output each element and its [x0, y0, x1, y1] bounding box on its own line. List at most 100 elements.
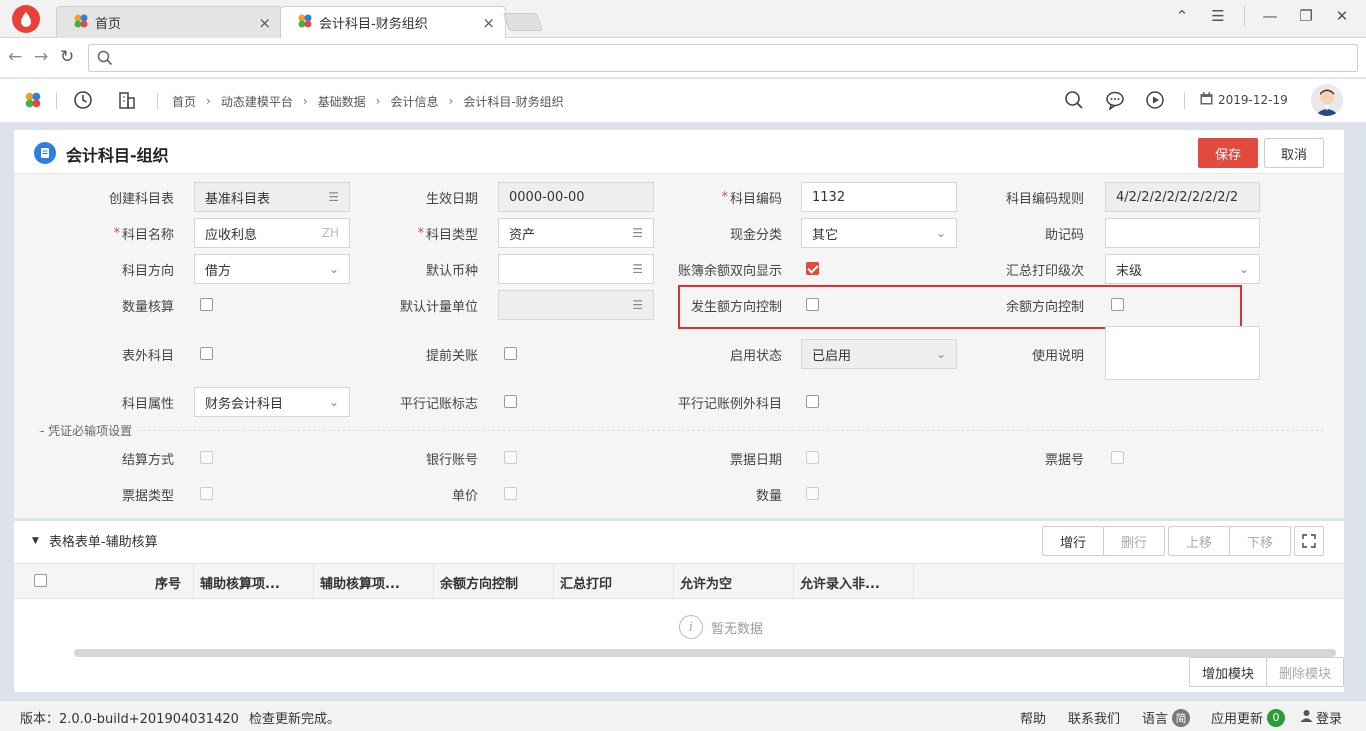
language-hint[interactable]: ZH [322, 226, 339, 240]
effective-date-field[interactable]: 0000-00-00 [498, 182, 654, 212]
parallel-flag-checkbox[interactable] [504, 395, 517, 408]
quantity-checkbox[interactable] [806, 487, 819, 500]
column-header[interactable]: 辅助核算项... [314, 564, 434, 600]
bill-type-checkbox[interactable] [200, 487, 213, 500]
account-type-field[interactable]: 资产 ☰ [498, 218, 654, 248]
enable-status-select[interactable]: 已启用 ⌄ [801, 339, 957, 369]
app-update-link[interactable]: 应用更新 0 [1211, 708, 1286, 727]
breadcrumb-item[interactable]: 首页 [172, 93, 196, 110]
dual-display-checkbox[interactable] [806, 262, 819, 275]
save-button[interactable]: 保存 [1198, 138, 1258, 168]
play-icon[interactable] [1145, 90, 1165, 114]
column-header[interactable]: 余额方向控制 [434, 564, 554, 600]
app-logo-icon [73, 13, 89, 33]
breadcrumb-item[interactable]: 基础数据 [318, 93, 366, 110]
collapse-icon[interactable]: ⌃ [1162, 0, 1202, 32]
minimize-icon[interactable]: — [1250, 0, 1290, 32]
move-up-button[interactable]: 上移 [1168, 526, 1230, 556]
code-rule-label: 科目编码规则 [1005, 191, 1084, 207]
column-header[interactable]: 允许录入非... [794, 564, 914, 600]
bank-account-checkbox[interactable] [504, 451, 517, 464]
breadcrumb-item[interactable]: 会计信息 [390, 93, 438, 110]
early-close-checkbox[interactable] [504, 347, 517, 360]
cancel-button[interactable]: 取消 [1264, 138, 1324, 168]
summary-level-select[interactable]: 末级 ⌄ [1105, 254, 1260, 284]
fullscreen-icon[interactable] [1294, 526, 1324, 556]
bill-date-checkbox[interactable] [806, 451, 819, 464]
version-info: 版本：2.0.0-build+201904031420 检查更新完成。 [20, 708, 340, 727]
highlight-box [678, 285, 1242, 329]
field-value: 资产 [509, 227, 536, 243]
login-link[interactable]: 登录 [1300, 708, 1342, 727]
unit-price-checkbox[interactable] [504, 487, 517, 500]
horizontal-scrollbar[interactable] [74, 649, 1336, 657]
contact-link[interactable]: 联系我们 [1068, 708, 1120, 727]
quantity-calc-checkbox[interactable] [200, 298, 213, 311]
app-logo-icon[interactable] [24, 91, 42, 113]
avatar[interactable] [1311, 84, 1343, 116]
menu-icon[interactable]: ☰ [1198, 0, 1238, 32]
chart-table-field[interactable]: 基准科目表 ☰ [194, 182, 350, 212]
delete-module-button[interactable]: 删除模块 [1266, 657, 1344, 687]
required-mark: * [721, 189, 728, 205]
default-currency-field[interactable]: ☰ [498, 254, 654, 284]
account-code-input[interactable]: 1132 [801, 182, 957, 212]
bill-no-checkbox[interactable] [1111, 451, 1124, 464]
url-input[interactable] [88, 44, 1358, 72]
cash-category-select[interactable]: 其它 ⌄ [801, 218, 957, 248]
history-icon[interactable] [73, 90, 93, 114]
new-tab-button[interactable] [502, 13, 544, 31]
column-header[interactable]: 辅助核算项... [194, 564, 314, 600]
add-module-button[interactable]: 增加模块 [1189, 657, 1267, 687]
delete-row-button[interactable]: 删行 [1103, 526, 1165, 556]
off-balance-checkbox[interactable] [200, 347, 213, 360]
bill-date-label: 票据日期 [729, 452, 782, 468]
parallel-exception-checkbox[interactable] [806, 395, 819, 408]
breadcrumb-item[interactable]: 动态建模平台 [221, 93, 293, 110]
mnemonic-label: 助记码 [1044, 227, 1084, 243]
mnemonic-input[interactable] [1105, 218, 1260, 248]
column-header[interactable]: 序号 [74, 564, 194, 600]
quantity-label: 数量 [755, 488, 782, 504]
summary-level-label: 汇总打印级次 [1005, 263, 1084, 279]
close-window-icon[interactable]: ✕ [1322, 0, 1362, 32]
list-icon[interactable]: ☰ [632, 226, 643, 240]
maximize-icon[interactable]: ❐ [1286, 0, 1326, 32]
reload-icon[interactable]: ↻ [60, 47, 74, 67]
account-attr-select[interactable]: 财务会计科目 ⌄ [194, 387, 350, 417]
quantity-calc-label: 数量核算 [121, 299, 174, 315]
settle-method-checkbox[interactable] [200, 451, 213, 464]
language-selector[interactable]: 语言 简 [1142, 708, 1191, 727]
help-link[interactable]: 帮助 [1020, 708, 1046, 727]
tab-label: 会计科目-财务组织 [319, 17, 428, 32]
add-row-button[interactable]: 增行 [1042, 526, 1104, 556]
calendar-icon [1200, 92, 1213, 108]
list-icon[interactable]: ☰ [328, 190, 339, 204]
back-icon[interactable]: ← [8, 47, 22, 67]
list-icon[interactable]: ☰ [632, 262, 643, 276]
account-name-input[interactable]: 应收利息 ZH [194, 218, 350, 248]
close-icon[interactable]: × [258, 14, 271, 32]
effective-date-label: 生效日期 [425, 191, 478, 207]
forward-icon[interactable]: → [34, 47, 48, 67]
section-divider [38, 430, 1324, 431]
tab-account-subject[interactable]: 会计科目-财务组织 × [280, 6, 506, 38]
field-value: 末级 [1116, 263, 1143, 279]
tab-home[interactable]: 首页 × [56, 6, 282, 38]
usage-note-label: 使用说明 [1031, 348, 1084, 364]
grid-title[interactable]: ▼ 表格表单-辅助核算 [32, 531, 158, 550]
move-down-button[interactable]: 下移 [1229, 526, 1291, 556]
building-icon[interactable] [118, 90, 136, 114]
search-icon[interactable] [1064, 90, 1084, 114]
select-all-checkbox[interactable] [34, 574, 47, 587]
column-header[interactable]: 允许为空 [674, 564, 794, 600]
app-logo-icon [297, 13, 313, 33]
close-icon[interactable]: × [482, 14, 495, 32]
column-header[interactable]: 汇总打印 [554, 564, 674, 600]
message-icon[interactable] [1105, 90, 1125, 114]
info-icon: i [679, 615, 703, 639]
direction-select[interactable]: 借方 ⌄ [194, 254, 350, 284]
usage-note-textarea[interactable] [1105, 326, 1260, 380]
label-text: 科目名称 [121, 227, 174, 243]
direction-label: 科目方向 [121, 263, 174, 279]
